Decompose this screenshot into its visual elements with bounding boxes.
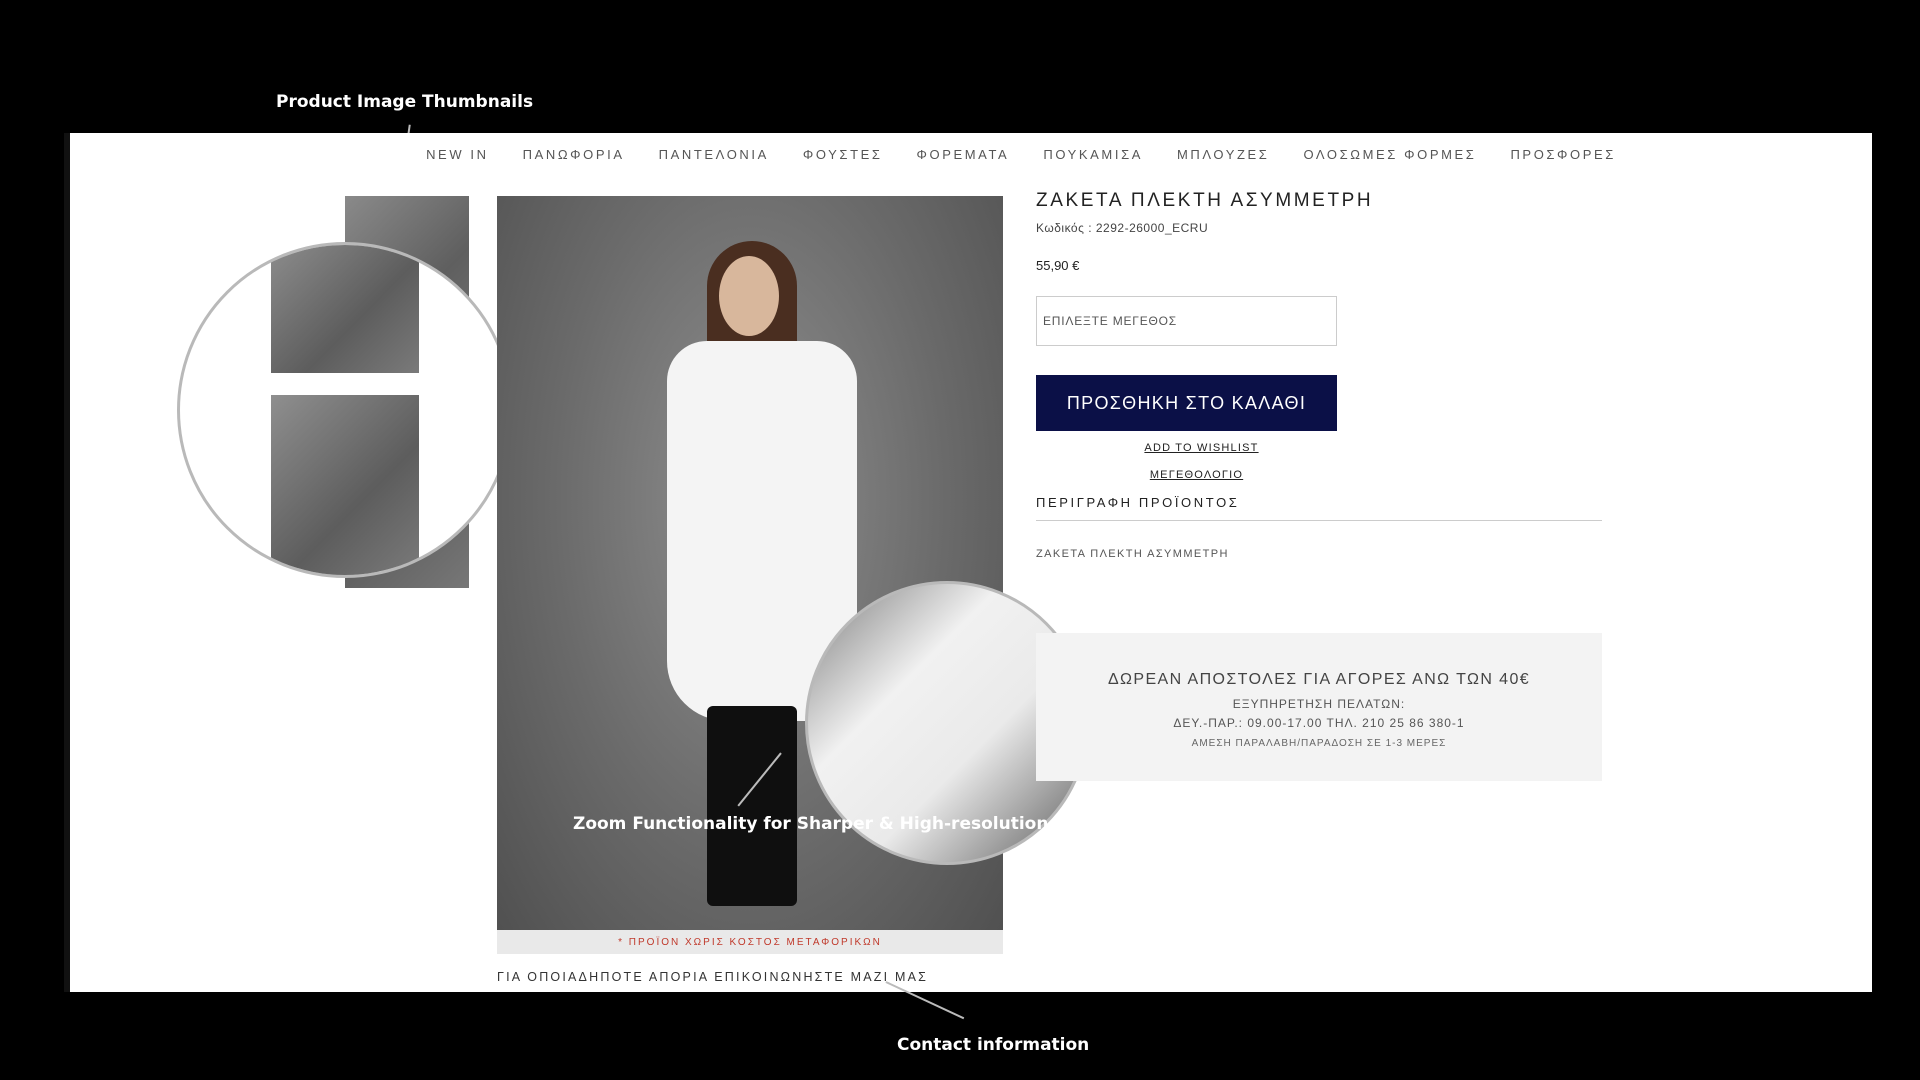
top-nav: NEW IN ΠΑΝΩΦΟΡΙΑ ΠΑΝΤΕΛΟΝΙΑ ΦΟΥΣΤΕΣ ΦΟΡΕΜΑΤΑ… — [70, 146, 1872, 164]
product-title: ΖΑΚΕΤΑ ΠΛΕΚΤΗ ΑΣΥΜΜΕΤΡΗ — [1036, 190, 1374, 211]
description-text: ΖΑΚΕΤΑ ΠΛΕΚΤΗ ΑΣΥΜΜΕΤΡΗ — [1036, 548, 1229, 560]
size-select-placeholder: ΕΠΙΛΕΞΤΕ ΜΕΓΕΘΟΣ — [1043, 314, 1177, 328]
size-select[interactable]: ΕΠΙΛΕΞΤΕ ΜΕΓΕΘΟΣ — [1036, 296, 1337, 346]
product-code: Κωδικός : 2292-26000_ECRU — [1036, 221, 1209, 235]
nav-item-7[interactable]: ΟΛΟΣΩΜΕΣ ΦΟΡΜΕΣ — [1303, 147, 1476, 162]
customer-service-label: ΕΞΥΠΗΡΕΤΗΣΗ ΠΕΛΑΤΩΝ: — [1232, 697, 1406, 711]
shipping-promo-box: ΔΩΡΕΑΝ ΑΠΟΣΤΟΛΕΣ ΓΙΑ ΑΓΟΡΕΣ ΑΝΩ ΤΩΝ 40€ … — [1036, 633, 1602, 781]
product-price: 55,90 € — [1036, 258, 1080, 273]
annotation-zoom: Zoom Functionality for Sharper & High-re… — [573, 814, 1049, 834]
annotation-contact: Contact information — [897, 1035, 1090, 1055]
add-to-wishlist-link[interactable]: ADD TO WISHLIST — [1036, 442, 1337, 454]
thumbnail-zoom-magnifier — [177, 242, 513, 578]
nav-item-2[interactable]: ΠΑΝΤΕΛΟΝΙΑ — [659, 147, 769, 162]
delivery-note: ΑΜΕΣΗ ΠΑΡΑΛΑΒΗ/ΠΑΡΑΔΟΣΗ ΣΕ 1-3 ΜΕΡΕΣ — [1191, 738, 1447, 749]
nav-item-0[interactable]: NEW IN — [426, 147, 489, 162]
nav-item-6[interactable]: ΜΠΛΟΥΖΕΣ — [1177, 147, 1269, 162]
nav-item-1[interactable]: ΠΑΝΩΦΟΡΙΑ — [523, 147, 625, 162]
size-chart-link[interactable]: ΜΕΓΕΘΟΛΟΓΙΟ — [1036, 469, 1337, 481]
zoomed-thumbnail-1 — [271, 245, 419, 373]
shipping-note: * ΠΡΟΪΟΝ ΧΩΡΙΣ ΚΟΣΤΟΣ ΜΕΤΑΦΟΡΙΚΩΝ — [618, 936, 882, 948]
customer-service-hours: ΔΕΥ.-ΠΑΡ.: 09.00-17.00 ΤΗΛ. 210 25 86 38… — [1173, 716, 1465, 730]
description-header[interactable]: ΠΕΡΙΓΡΑΦΗ ΠΡΟΪΟΝΤΟΣ — [1036, 495, 1602, 521]
contact-text: ΓΙΑ ΟΠΟΙΑΔΗΠΟΤΕ ΑΠΟΡΙΑ ΕΠΙΚΟΙΝΩΝΗΣΤΕ ΜΑΖ… — [497, 970, 929, 984]
shipping-note-strip: * ΠΡΟΪΟΝ ΧΩΡΙΣ ΚΟΣΤΟΣ ΜΕΤΑΦΟΡΙΚΩΝ — [497, 930, 1003, 954]
nav-menu: NEW IN ΠΑΝΩΦΟΡΙΑ ΠΑΝΤΕΛΟΝΙΑ ΦΟΥΣΤΕΣ ΦΟΡΕΜΑΤΑ… — [426, 147, 1616, 162]
add-to-cart-button[interactable]: ΠΡΟΣΘΗΚΗ ΣΤΟ ΚΑΛΑΘΙ — [1036, 375, 1337, 431]
promo-title: ΔΩΡΕΑΝ ΑΠΟΣΤΟΛΕΣ ΓΙΑ ΑΓΟΡΕΣ ΑΝΩ ΤΩΝ 40€ — [1107, 671, 1531, 688]
nav-item-5[interactable]: ΠΟΥΚΑΜΙΣΑ — [1043, 147, 1143, 162]
annotation-thumbnails: Product Image Thumbnails — [276, 92, 534, 112]
zoomed-thumbnail-2 — [271, 395, 419, 575]
nav-item-4[interactable]: ΦΟΡΕΜΑΤΑ — [917, 147, 1010, 162]
product-page: NEW IN ΠΑΝΩΦΟΡΙΑ ΠΑΝΤΕΛΟΝΙΑ ΦΟΥΣΤΕΣ ΦΟΡΕΜΑΤΑ… — [64, 133, 1872, 992]
nav-item-8[interactable]: ΠΡΟΣΦΟΡΕΣ — [1510, 147, 1615, 162]
nav-item-3[interactable]: ΦΟΥΣΤΕΣ — [803, 147, 883, 162]
product-info: ΖΑΚΕΤΑ ΠΛΕΚΤΗ ΑΣΥΜΜΕΤΡΗ Κωδικός : 2292-2… — [1036, 190, 1602, 560]
